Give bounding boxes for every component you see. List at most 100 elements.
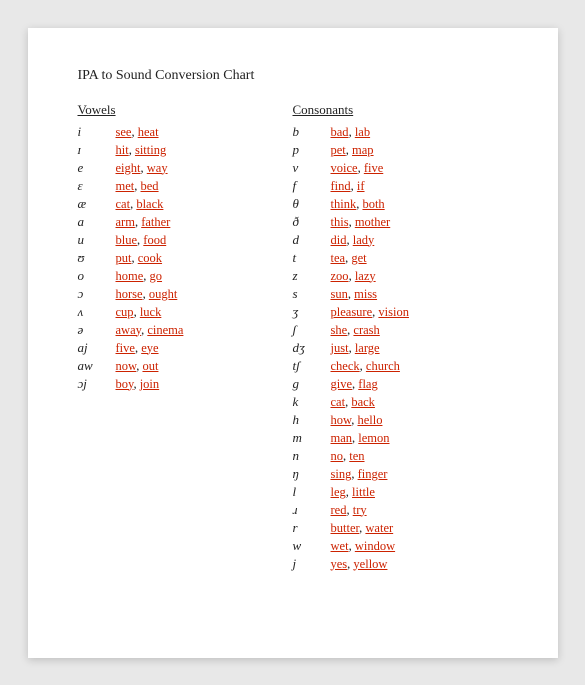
example-words: check, church <box>331 359 400 374</box>
underlined-word: give <box>331 377 353 391</box>
example-words: wet, window <box>331 539 396 554</box>
table-row: ggive, flag <box>293 376 508 392</box>
ipa-symbol: ɔ <box>78 286 116 302</box>
vowels-header: Vowels <box>78 102 293 118</box>
table-row: rbutter, water <box>293 520 508 536</box>
example-words: eight, way <box>116 161 168 176</box>
ipa-symbol: ʒ <box>293 304 331 320</box>
example-words: met, bed <box>116 179 159 194</box>
underlined-word: eye <box>141 341 158 355</box>
example-words: away, cinema <box>116 323 184 338</box>
example-words: boy, join <box>116 377 160 392</box>
example-words: put, cook <box>116 251 163 266</box>
ipa-symbol: ɹ <box>293 502 331 518</box>
example-words: did, lady <box>331 233 375 248</box>
example-words: cup, luck <box>116 305 162 320</box>
example-words: see, heat <box>116 125 159 140</box>
table-row: ddid, lady <box>293 232 508 248</box>
example-words: hit, sitting <box>116 143 167 158</box>
underlined-word: father <box>141 215 170 229</box>
example-words: how, hello <box>331 413 383 428</box>
example-words: tea, get <box>331 251 367 266</box>
example-words: no, ten <box>331 449 365 464</box>
underlined-word: large <box>355 341 380 355</box>
table-row: dʒjust, large <box>293 340 508 356</box>
table-row: bbad, lab <box>293 124 508 140</box>
ipa-symbol: s <box>293 286 331 302</box>
underlined-word: wet <box>331 539 349 553</box>
underlined-word: tea <box>331 251 346 265</box>
underlined-word: mother <box>355 215 390 229</box>
ipa-symbol: i <box>78 124 116 140</box>
page-title: IPA to Sound Conversion Chart <box>78 68 508 84</box>
underlined-word: ten <box>349 449 364 463</box>
ipa-symbol: h <box>293 412 331 428</box>
ipa-symbol: m <box>293 430 331 446</box>
table-row: ɛmet, bed <box>78 178 293 194</box>
page: IPA to Sound Conversion Chart Vowels ise… <box>28 28 558 658</box>
example-words: pet, map <box>331 143 374 158</box>
underlined-word: ought <box>149 287 177 301</box>
ipa-symbol: t <box>293 250 331 266</box>
table-row: tʃcheck, church <box>293 358 508 374</box>
table-row: aarm, father <box>78 214 293 230</box>
underlined-word: cat <box>116 197 131 211</box>
underlined-word: lab <box>355 125 370 139</box>
underlined-word: crash <box>353 323 379 337</box>
table-row: ublue, food <box>78 232 293 248</box>
ipa-symbol: w <box>293 538 331 554</box>
underlined-word: church <box>366 359 400 373</box>
underlined-word: this <box>331 215 349 229</box>
table-row: ohome, go <box>78 268 293 284</box>
example-words: now, out <box>116 359 159 374</box>
ipa-symbol: z <box>293 268 331 284</box>
ipa-symbol: aw <box>78 358 116 374</box>
consonants-header: Consonants <box>293 102 508 118</box>
ipa-symbol: d <box>293 232 331 248</box>
table-row: ajfive, eye <box>78 340 293 356</box>
table-row: isee, heat <box>78 124 293 140</box>
example-words: cat, black <box>116 197 164 212</box>
table-row: ɔjboy, join <box>78 376 293 392</box>
underlined-word: cinema <box>147 323 183 337</box>
example-words: home, go <box>116 269 163 284</box>
table-row: ɔhorse, ought <box>78 286 293 302</box>
underlined-word: little <box>352 485 375 499</box>
underlined-word: check <box>331 359 360 373</box>
example-words: leg, little <box>331 485 375 500</box>
columns: Vowels isee, heatɪhit, sittingeeight, wa… <box>78 102 508 574</box>
underlined-word: window <box>355 539 395 553</box>
table-row: hhow, hello <box>293 412 508 428</box>
example-words: zoo, lazy <box>331 269 376 284</box>
table-row: ʊput, cook <box>78 250 293 266</box>
example-words: blue, food <box>116 233 167 248</box>
example-words: arm, father <box>116 215 171 230</box>
underlined-word: bad <box>331 125 349 139</box>
underlined-word: lemon <box>358 431 389 445</box>
example-words: pleasure, vision <box>331 305 409 320</box>
underlined-word: voice <box>331 161 358 175</box>
underlined-word: put <box>116 251 132 265</box>
table-row: ttea, get <box>293 250 508 266</box>
underlined-word: eight <box>116 161 141 175</box>
table-row: ffind, if <box>293 178 508 194</box>
underlined-word: heat <box>138 125 159 139</box>
example-words: give, flag <box>331 377 378 392</box>
underlined-word: miss <box>354 287 377 301</box>
underlined-word: join <box>140 377 159 391</box>
underlined-word: if <box>357 179 365 193</box>
underlined-word: yes <box>331 557 348 571</box>
ipa-symbol: dʒ <box>293 340 331 356</box>
table-row: ʌcup, luck <box>78 304 293 320</box>
example-words: this, mother <box>331 215 391 230</box>
underlined-word: blue <box>116 233 138 247</box>
underlined-word: luck <box>140 305 162 319</box>
table-row: mman, lemon <box>293 430 508 446</box>
table-row: nno, ten <box>293 448 508 464</box>
example-words: five, eye <box>116 341 159 356</box>
underlined-word: pet <box>331 143 346 157</box>
ipa-symbol: b <box>293 124 331 140</box>
ipa-symbol: æ <box>78 196 116 212</box>
table-row: θthink, both <box>293 196 508 212</box>
underlined-word: sing <box>331 467 352 481</box>
